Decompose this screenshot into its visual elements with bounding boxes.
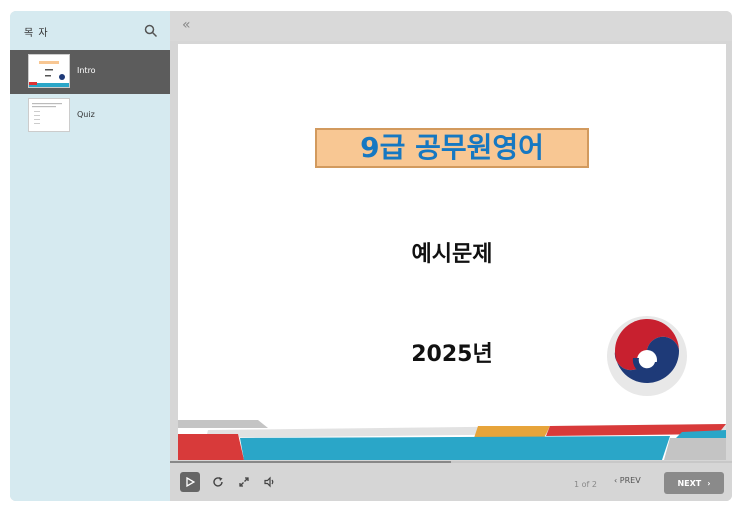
sidebar-item-label: Intro <box>77 66 96 75</box>
collapse-sidebar-icon[interactable]: « <box>182 17 191 33</box>
slide-player: 목 자 Intro Quiz « 9급 공무원영어 예시문제 2025년 1 o… <box>10 11 732 501</box>
topbar: « <box>170 11 732 41</box>
chevron-left-icon: ‹ <box>614 476 618 485</box>
sidebar-header: 목 자 <box>10 11 170 49</box>
next-label: NEXT <box>677 478 702 488</box>
decorative-bands <box>178 420 726 460</box>
sidebar-title: 목 자 <box>24 28 49 39</box>
slide-counter: 1 of 2 <box>574 480 597 489</box>
thumbnail-intro <box>28 54 70 88</box>
slide-subtitle: 예시문제 <box>411 242 493 267</box>
progress-track[interactable] <box>170 461 732 463</box>
prev-button[interactable]: ‹ PREV <box>614 476 641 485</box>
sidebar-item-label: Quiz <box>77 110 95 119</box>
prev-label: PREV <box>619 476 641 485</box>
slide-canvas: 9급 공무원영어 예시문제 2025년 <box>178 44 726 460</box>
control-bar: 1 of 2 ‹ PREV NEXT › <box>170 461 732 501</box>
sidebar-item-quiz[interactable]: Quiz <box>10 94 170 138</box>
sidebar: 목 자 Intro Quiz <box>10 11 170 501</box>
slide-title: 9급 공무원영어 <box>315 128 589 168</box>
fullscreen-icon[interactable] <box>234 472 254 492</box>
next-button[interactable]: NEXT › <box>664 472 724 494</box>
government-emblem-icon <box>607 316 687 396</box>
chevron-right-icon: › <box>707 478 711 488</box>
replay-icon[interactable] <box>208 472 228 492</box>
volume-icon[interactable] <box>260 472 280 492</box>
progress-fill <box>170 461 451 463</box>
play-icon[interactable] <box>180 472 200 492</box>
search-icon[interactable] <box>144 23 158 38</box>
sidebar-item-intro[interactable]: Intro <box>10 50 170 94</box>
thumbnail-quiz <box>28 98 70 132</box>
